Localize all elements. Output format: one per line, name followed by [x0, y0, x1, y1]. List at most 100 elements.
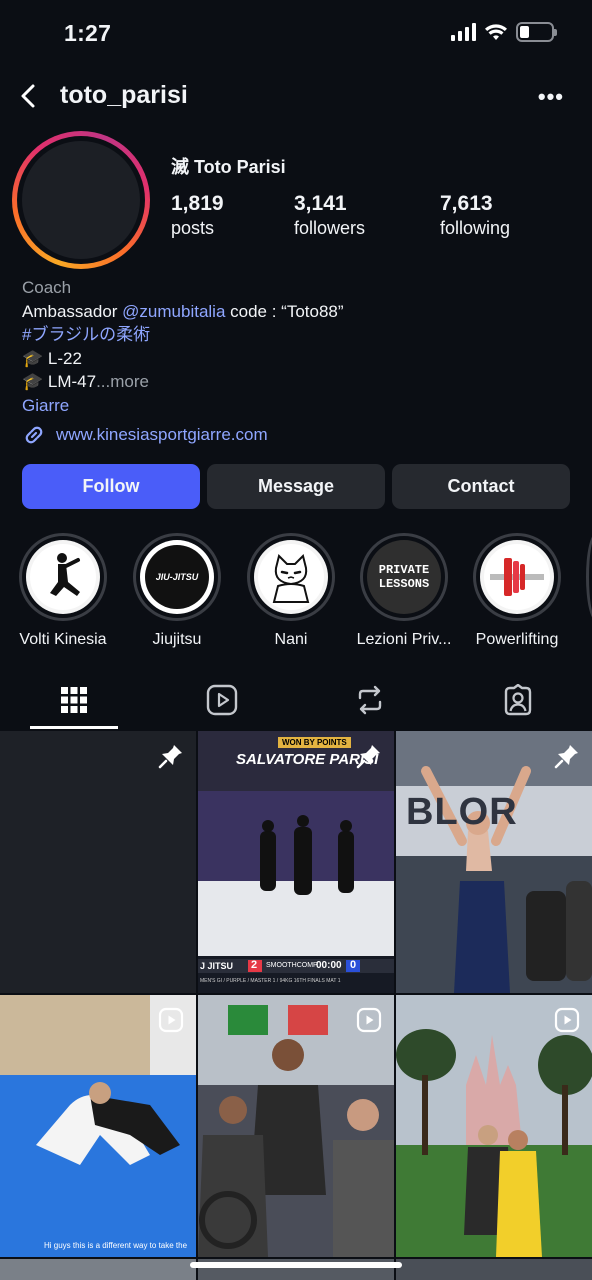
- smoothcomp-brand: SMOOTHCOMP: [266, 962, 318, 969]
- tab-reels[interactable]: [148, 670, 296, 730]
- victory-scene: [396, 731, 592, 993]
- pin-icon: [356, 745, 380, 769]
- castle-scene: [396, 995, 592, 1257]
- highlight-ring: PRIVATE LESSONS: [360, 533, 448, 621]
- back-button[interactable]: [14, 80, 44, 112]
- highlight-ring: JIU-JITSU: [133, 533, 221, 621]
- link-icon: [25, 426, 43, 444]
- followers-count: 3,141: [294, 192, 347, 215]
- tab-grid[interactable]: [0, 670, 148, 730]
- score-left: 2: [251, 959, 258, 971]
- status-icons: [451, 22, 557, 42]
- home-indicator[interactable]: [190, 1262, 402, 1268]
- following-count: 7,613: [440, 192, 493, 215]
- posts-count: 1,819: [171, 192, 224, 215]
- match-subtext: MEN'S GI / PURPLE / MASTER 1 / 94KG 16TH…: [200, 978, 341, 984]
- chevron-left-icon: [21, 84, 35, 108]
- following-stat[interactable]: 7,613 following: [440, 192, 510, 239]
- post-tile-3[interactable]: BLOR: [396, 731, 592, 993]
- bio-line-l22: 🎓 L-22: [22, 348, 82, 368]
- highlight-next-partial[interactable]: [586, 533, 592, 621]
- followers-stat[interactable]: 3,141 followers: [294, 192, 365, 239]
- category-label: Coach: [22, 278, 72, 297]
- status-bar: 1:27: [0, 0, 592, 70]
- cellular-signal-icon: [451, 23, 476, 41]
- post-tile-9[interactable]: [396, 1259, 592, 1280]
- highlight-label: Lezioni Priv...: [356, 631, 452, 648]
- bio-lm47-text: 🎓 LM-47: [22, 372, 97, 391]
- wifi-icon: [485, 24, 507, 40]
- highlight-ring: [473, 533, 561, 621]
- status-time: 1:27: [64, 20, 112, 46]
- bio-code-text: code : “Toto88”: [225, 301, 344, 321]
- tab-tagged[interactable]: [444, 670, 592, 730]
- profile-actions: Follow Message Contact: [22, 464, 570, 509]
- highlight-private-lessons[interactable]: PRIVATE LESSONS Lezioni Priv...: [349, 533, 459, 649]
- competition-scene: [198, 731, 394, 993]
- highlight-nani[interactable]: Nani: [236, 533, 346, 649]
- reel-icon: [554, 1007, 580, 1033]
- private-lessons-text-2: LESSONS: [378, 577, 430, 591]
- highlight-cover: PRIVATE LESSONS: [367, 540, 441, 614]
- bio-line-ambassador: Ambassador @zumubitalia code : “Toto88”: [22, 300, 572, 324]
- highlight-volti-kinesia[interactable]: Volti Kinesia: [8, 533, 118, 649]
- more-horizontal-icon: •••: [537, 84, 564, 109]
- athlete-silhouette-icon: [30, 544, 96, 610]
- post-tile-2[interactable]: WON BY POINTS SALVATORE PARISI J JITSU 2…: [198, 731, 394, 993]
- cat-icon: [258, 544, 324, 610]
- posts-label: posts: [171, 218, 215, 238]
- avatar: [22, 141, 140, 259]
- header-username: toto_parisi: [60, 81, 188, 109]
- post-caption: Hi guys this is a different way to take …: [44, 1241, 188, 1250]
- tab-reposts[interactable]: [296, 670, 444, 730]
- more-link[interactable]: more: [110, 372, 149, 391]
- score-left-label: J JITSU: [200, 961, 234, 971]
- pin-icon: [158, 745, 182, 769]
- more-options-button[interactable]: •••: [538, 84, 564, 110]
- post-tile-1[interactable]: [0, 731, 196, 993]
- highlight-ring: [19, 533, 107, 621]
- reel-icon: [158, 1007, 184, 1033]
- jiujitsu-logo-text: JIU-JITSU: [155, 572, 199, 582]
- jiujitsu-logo: JIU-JITSU: [145, 545, 209, 609]
- match-timer: 00:00: [316, 960, 342, 971]
- mention-link[interactable]: @zumubitalia: [122, 302, 225, 321]
- highlight-cover: [254, 540, 328, 614]
- message-button[interactable]: Message: [207, 464, 385, 509]
- bio-ellipsis: ...: [96, 372, 111, 391]
- team-scene: [198, 995, 394, 1257]
- post-tile-6[interactable]: [396, 995, 592, 1257]
- bio-ambassador-prefix: Ambassador: [22, 301, 123, 321]
- highlight-label: Powerlifting: [475, 631, 559, 648]
- private-lessons-text-1: PRIVATE: [378, 563, 430, 577]
- profile-header: toto_parisi •••: [0, 72, 592, 120]
- highlight-label: Volti Kinesia: [19, 631, 107, 648]
- highlight-powerlifting[interactable]: Powerlifting: [462, 533, 572, 649]
- post-tile-7[interactable]: [0, 1259, 196, 1280]
- training-scene: [0, 995, 196, 1257]
- avatar-story-ring[interactable]: [12, 131, 150, 269]
- bio: Coach Ambassador @zumubitalia code : “To…: [22, 276, 572, 417]
- hashtag-link[interactable]: #ブラジルの柔術: [22, 323, 572, 347]
- reel-icon: [356, 1007, 382, 1033]
- tagged-person-icon: [504, 684, 532, 716]
- profile-tabs: [0, 670, 592, 730]
- post-tile-4[interactable]: Hi guys this is a different way to take …: [0, 995, 196, 1257]
- post-tile-5[interactable]: [198, 995, 394, 1257]
- highlight-cover: [480, 540, 554, 614]
- follow-button[interactable]: Follow: [22, 464, 200, 509]
- active-tab-indicator: [30, 726, 118, 729]
- location-link[interactable]: Giarre: [22, 394, 572, 418]
- pin-icon: [554, 745, 578, 769]
- highlight-cover: JIU-JITSU: [140, 540, 214, 614]
- battery-icon: [516, 22, 557, 42]
- website-link[interactable]: www.kinesiasportgiarre.com: [22, 423, 268, 447]
- posts-stat[interactable]: 1,819 posts: [171, 192, 224, 239]
- highlight-label: Jiujitsu: [152, 631, 202, 648]
- contact-button[interactable]: Contact: [392, 464, 570, 509]
- highlight-jiujitsu[interactable]: JIU-JITSU Jiujitsu: [122, 533, 232, 649]
- avatar-inner: [17, 136, 145, 264]
- battery-level: [520, 26, 529, 38]
- grid-icon: [61, 687, 87, 713]
- highlight-ring: [247, 533, 335, 621]
